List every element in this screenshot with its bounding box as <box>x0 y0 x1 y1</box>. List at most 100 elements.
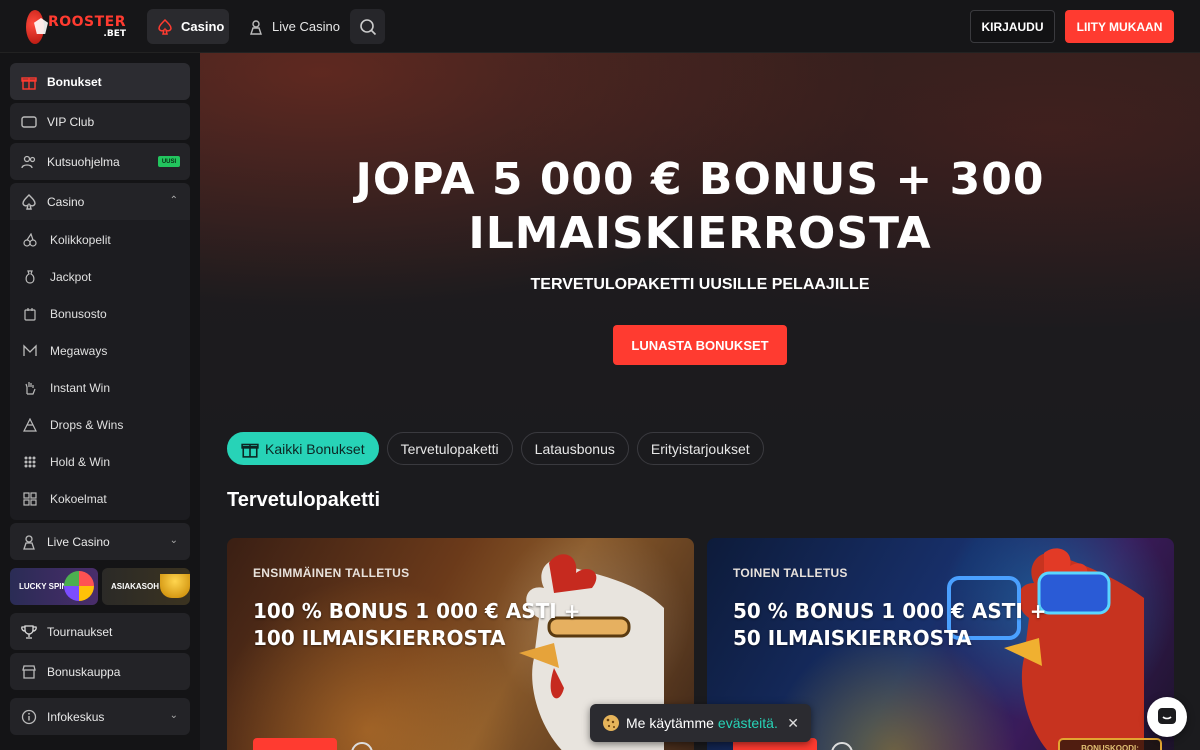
sidebar-item-referral[interactable]: Kutsuohjelma UUSI <box>10 143 190 180</box>
users-icon <box>20 153 38 171</box>
submenu-label: Bonusosto <box>50 307 107 321</box>
promo-customer[interactable]: ASIAKASOH <box>102 568 190 605</box>
wheel-icon <box>64 571 94 601</box>
main-content: JOPA 5 000 € BONUS + 300 ILMAISKIERROSTA… <box>200 53 1200 750</box>
spade-icon <box>158 18 172 35</box>
close-icon[interactable]: ✕ <box>787 715 799 732</box>
hand-icon <box>22 380 38 396</box>
cookie-icon <box>603 715 619 731</box>
hero-banner: JOPA 5 000 € BONUS + 300 ILMAISKIERROSTA… <box>200 53 1200 443</box>
info-icon[interactable] <box>831 742 853 750</box>
join-button[interactable]: LIITY MUKAAN <box>1065 10 1174 43</box>
submenu-label: Jackpot <box>50 270 92 284</box>
tab-all-bonuses[interactable]: Kaikki Bonukset <box>227 432 379 465</box>
brand-suffix: .BET <box>103 29 126 39</box>
info-icon <box>20 708 38 726</box>
tab-reload-bonus[interactable]: Latausbonus <box>520 432 629 465</box>
card-claim-button[interactable] <box>253 738 337 750</box>
nav-live-casino[interactable]: Live Casino <box>240 9 340 44</box>
bonus-code-box[interactable]: BONUSKOODI: <box>1058 738 1162 750</box>
receipt-icon <box>22 306 38 322</box>
grid-icon <box>22 454 38 470</box>
card-title-line: 50 ILMAISKIERROSTA <box>733 626 972 650</box>
chevron-down-icon: ⌄ <box>169 710 178 721</box>
promo-lucky-spin[interactable]: LUCKY SPIN <box>10 568 98 605</box>
nav-casino[interactable]: Casino <box>147 9 229 44</box>
submenu-item-instant-win[interactable]: Instant Win <box>22 378 110 398</box>
pyramid-icon <box>22 417 38 433</box>
sidebar-item-label: Live Casino <box>47 534 110 549</box>
chevron-up-icon: ⌃ <box>169 195 178 206</box>
sidebar-item-label: Casino <box>47 194 85 209</box>
sidebar-item-label: Bonukset <box>47 74 102 89</box>
chat-button[interactable] <box>1147 697 1187 737</box>
submenu-item-slots[interactable]: Kolikkopelit <box>22 230 111 250</box>
search-button[interactable] <box>350 9 385 44</box>
dealer-icon <box>250 19 262 35</box>
submenu-item-drops-wins[interactable]: Drops & Wins <box>22 415 123 435</box>
sidebar-item-live-casino[interactable]: Live Casino ⌄ <box>10 523 190 560</box>
dealer-icon <box>20 533 38 551</box>
info-icon[interactable] <box>351 742 373 750</box>
spade-icon <box>20 193 38 211</box>
top-header: ROOSTER .BET Casino Live Casino KIRJAUDU… <box>0 0 1200 53</box>
sidebar-item-info-center[interactable]: Infokeskus ⌄ <box>10 698 190 735</box>
submenu-item-hold-win[interactable]: Hold & Win <box>22 452 110 472</box>
tab-special-offers[interactable]: Erityistarjoukset <box>636 432 764 465</box>
vip-icon <box>20 113 38 131</box>
sidebar-item-vip[interactable]: VIP Club <box>10 103 190 140</box>
chat-icon <box>1158 708 1176 724</box>
submenu-label: Hold & Win <box>50 455 111 469</box>
shop-icon <box>20 663 38 681</box>
sidebar-item-bonuses[interactable]: Bonukset <box>10 63 190 100</box>
tab-label: Tervetulopaketti <box>400 440 499 457</box>
trophy-icon <box>20 623 38 641</box>
submenu-item-jackpot[interactable]: Jackpot <box>22 267 91 287</box>
gift-icon <box>241 443 259 458</box>
submenu-label: Megaways <box>50 344 108 358</box>
money-bag-icon <box>22 269 38 285</box>
card-title-line: 100 ILMAISKIERROSTA <box>253 626 506 650</box>
login-button[interactable]: KIRJAUDU <box>970 10 1055 43</box>
submenu-item-bonus-buy[interactable]: Bonusosto <box>22 304 107 324</box>
nav-live-label: Live Casino <box>272 19 340 34</box>
submenu-label: Drops & Wins <box>50 418 124 432</box>
sidebar-item-bonus-shop[interactable]: Bonuskauppa <box>10 653 190 690</box>
gift-icon <box>20 73 38 91</box>
sidebar-item-label: Infokeskus <box>47 709 105 724</box>
submenu-label: Kokoelmat <box>50 492 107 506</box>
submenu-item-megaways[interactable]: Megaways <box>22 341 107 361</box>
collection-icon <box>22 491 38 507</box>
cookie-link[interactable]: evästeitä. <box>718 715 778 731</box>
brand-logo[interactable]: ROOSTER .BET <box>26 9 126 45</box>
tab-label: Latausbonus <box>534 440 615 457</box>
bonus-filter-tabs: Kaikki Bonukset Tervetulopaketti Latausb… <box>227 432 764 465</box>
sidebar-item-tournaments[interactable]: Tournaukset <box>10 613 190 650</box>
megaways-icon <box>22 343 38 359</box>
chevron-down-icon: ⌄ <box>169 535 178 546</box>
submenu-label: Instant Win <box>50 381 111 395</box>
tab-welcome-package[interactable]: Tervetulopaketti <box>386 432 513 465</box>
hero-title-line: JOPA 5 000 € BONUS + 300 <box>355 154 1045 205</box>
section-title: Tervetulopaketti <box>227 489 380 511</box>
cookie-text: Me käytämme <box>626 715 714 731</box>
card-eyebrow: ENSIMMÄINEN TALLETUS <box>253 566 410 580</box>
tab-label: Kaikki Bonukset <box>265 440 365 457</box>
card-title-line: 50 % BONUS 1 000 € ASTI + <box>733 599 1047 623</box>
sidebar-item-casino[interactable]: Casino ⌃ <box>10 183 190 220</box>
claim-bonus-button[interactable]: LUNASTA BONUKSET <box>613 325 787 365</box>
rooster-logo-icon <box>26 10 44 44</box>
card-title-line: 100 % BONUS 1 000 € ASTI + <box>253 599 581 623</box>
cookie-banner: Me käytämme evästeitä. ✕ <box>590 704 811 742</box>
submenu-item-collections[interactable]: Kokoelmat <box>22 489 107 509</box>
brand-name: ROOSTER <box>47 14 126 30</box>
nav-casino-label: Casino <box>181 19 225 34</box>
cherries-icon <box>22 232 38 248</box>
card-eyebrow: TOINEN TALLETUS <box>733 566 848 580</box>
sidebar-item-label: Kutsuohjelma <box>47 154 120 169</box>
submenu-label: Kolikkopelit <box>50 233 111 247</box>
promo-label: ASIAKASOH <box>111 582 160 591</box>
tab-label: Erityistarjoukset <box>650 440 750 457</box>
hero-subtitle: TERVETULOPAKETTI UUSILLE PELAAJILLE <box>530 276 870 293</box>
sidebar: Bonukset VIP Club Kutsuohjelma UUSI Casi… <box>0 53 200 750</box>
